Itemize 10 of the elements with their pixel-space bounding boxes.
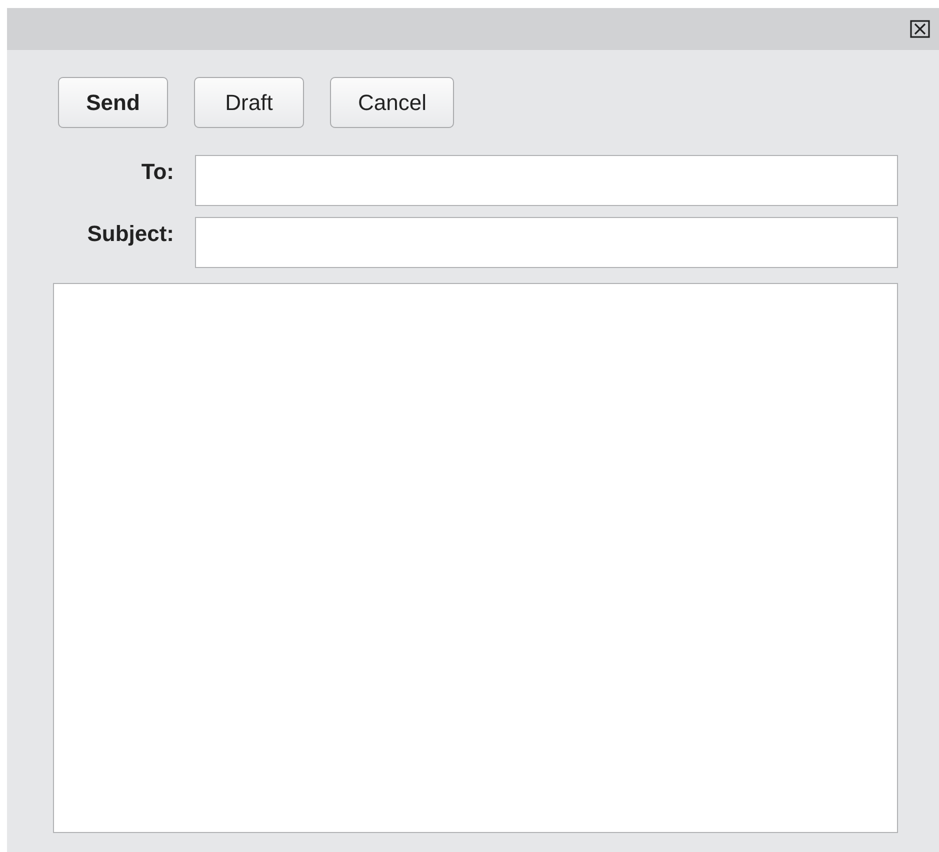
default-button[interactable]: Send: [58, 77, 168, 128]
close-button[interactable]: [909, 20, 931, 38]
message-body-field[interactable]: [53, 283, 898, 833]
close-icon: [910, 20, 930, 38]
toolbar-button[interactable]: Cancel: [330, 77, 454, 128]
toolbar-button[interactable]: Draft: [194, 77, 304, 128]
field-label: Subject:: [86, 220, 175, 247]
field-label: To:: [140, 158, 175, 185]
input-field[interactable]: [195, 217, 898, 268]
input-field[interactable]: [195, 155, 898, 206]
